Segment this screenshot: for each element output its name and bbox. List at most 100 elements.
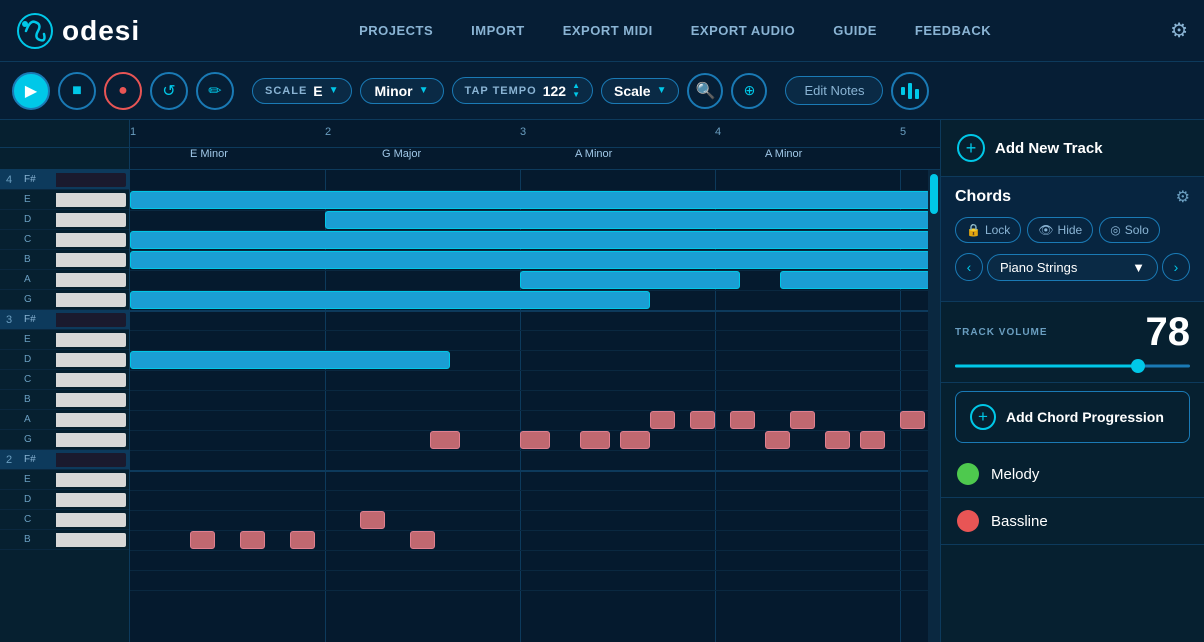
note-pink-2[interactable]: [520, 431, 550, 449]
note-pink-11[interactable]: [860, 431, 885, 449]
note-pink-9[interactable]: [790, 411, 815, 429]
zoom-in-button[interactable]: ⊕: [731, 73, 767, 109]
solo-label: Solo: [1125, 223, 1149, 237]
chords-panel: Chords ⚙ 🔒 Lock 👁 Hide ◎ Solo ‹: [941, 177, 1204, 302]
vertical-scrollbar[interactable]: [928, 170, 940, 642]
note-pink-7[interactable]: [730, 411, 755, 429]
key-2-e: E: [20, 474, 56, 485]
note-pink-5[interactable]: [650, 411, 675, 429]
note-pink-1[interactable]: [430, 431, 460, 449]
instrument-prev-button[interactable]: ‹: [955, 253, 983, 281]
hide-label: Hide: [1058, 223, 1083, 237]
note-pink-4[interactable]: [620, 431, 650, 449]
solo-button[interactable]: ◎ Solo: [1099, 217, 1160, 243]
record-button[interactable]: ●: [104, 72, 142, 110]
tempo-label: TAP TEMPO: [465, 85, 537, 97]
key-2-d: D: [20, 494, 56, 505]
instrument-dropdown-arrow: ▼: [1132, 260, 1145, 275]
track-item-bassline[interactable]: Bassline: [941, 498, 1204, 545]
loop-button[interactable]: ↺: [150, 72, 188, 110]
note-pink-6[interactable]: [690, 411, 715, 429]
track-item-melody[interactable]: Melody: [941, 451, 1204, 498]
edit-button[interactable]: ✏: [196, 72, 234, 110]
track-list: Melody Bassline: [941, 451, 1204, 642]
logo-text: odesi: [62, 15, 140, 47]
note-pink-10[interactable]: [825, 431, 850, 449]
chords-controls: 🔒 Lock 👁 Hide ◎ Solo: [955, 217, 1190, 243]
note-blue-4d[interactable]: [325, 211, 928, 229]
note-pink-s2-2[interactable]: [240, 531, 265, 549]
chord-labels-row: E Minor G Major A Minor A Minor: [0, 148, 940, 170]
key-4-c: C: [20, 234, 56, 245]
chords-settings-icon[interactable]: ⚙: [1176, 187, 1190, 207]
note-blue-4g[interactable]: [130, 291, 650, 309]
key-3-e: E: [20, 334, 56, 345]
tempo-up-arrow[interactable]: ▲: [572, 82, 580, 90]
instrument-selector[interactable]: Piano Strings ▼: [987, 254, 1158, 281]
scale-key-selector[interactable]: SCALE E ▼: [252, 78, 352, 104]
note-pink-s2-3[interactable]: [290, 531, 315, 549]
key-4-fsharp: F#: [20, 174, 56, 185]
piano-keys: 4 F# E D C: [0, 170, 130, 642]
tempo-arrows[interactable]: ▲ ▼: [572, 82, 580, 99]
tempo-selector[interactable]: TAP TEMPO 122 ▲ ▼: [452, 77, 593, 104]
note-blue-4a[interactable]: [520, 271, 740, 289]
grid-h-11: [130, 390, 928, 391]
settings-icon[interactable]: ⚙: [1170, 18, 1188, 43]
add-chord-label: Add Chord Progression: [1006, 409, 1164, 425]
key-3-b: B: [20, 394, 56, 405]
melody-track-name: Melody: [991, 466, 1039, 483]
edit-notes-button[interactable]: Edit Notes: [785, 76, 883, 105]
note-pink-12[interactable]: [900, 411, 925, 429]
scale-type-selector[interactable]: Scale ▼: [601, 78, 680, 104]
nav-export-midi[interactable]: EXPORT MIDI: [545, 15, 671, 46]
section-divider-1: [130, 310, 928, 312]
lock-button[interactable]: 🔒 Lock: [955, 217, 1021, 243]
note-blue-3e[interactable]: [130, 351, 450, 369]
solo-icon: ◎: [1110, 223, 1120, 237]
melody-dot: [957, 463, 979, 485]
marker-1: 1: [130, 126, 136, 138]
key-4-g: G: [20, 294, 56, 305]
note-pink-8[interactable]: [765, 431, 790, 449]
note-blue-4b[interactable]: [130, 251, 928, 269]
key-3-a: A: [20, 414, 56, 425]
volume-slider[interactable]: [955, 356, 1190, 376]
chord-label-4: A Minor: [765, 148, 802, 160]
key-3-c: C: [20, 374, 56, 385]
note-pink-s2-1[interactable]: [190, 531, 215, 549]
instrument-row: ‹ Piano Strings ▼ ›: [955, 253, 1190, 281]
note-blue-4c[interactable]: [130, 231, 928, 249]
scroll-thumb[interactable]: [930, 174, 938, 214]
nav-guide[interactable]: GUIDE: [815, 15, 895, 46]
instrument-next-button[interactable]: ›: [1162, 253, 1190, 281]
note-blue-4a2[interactable]: [780, 271, 928, 289]
volume-section: TRACK VOLUME 78: [941, 302, 1204, 383]
edit-notes-label: Edit Notes: [804, 83, 864, 98]
add-track-plus-icon: +: [957, 134, 985, 162]
nav-projects[interactable]: PROJECTS: [341, 15, 451, 46]
volume-value: 78: [1146, 312, 1191, 352]
note-grid[interactable]: [130, 170, 928, 642]
nav-feedback[interactable]: FEEDBACK: [897, 15, 1009, 46]
zoom-out-button[interactable]: 🔍: [687, 73, 723, 109]
add-chord-progression-button[interactable]: + Add Chord Progression: [955, 391, 1190, 443]
mixer-button[interactable]: [891, 72, 929, 110]
marker-4: 4: [715, 126, 721, 138]
nav-export-audio[interactable]: EXPORT AUDIO: [673, 15, 813, 46]
volume-slider-thumb[interactable]: [1131, 359, 1145, 373]
key-3-d: D: [20, 354, 56, 365]
play-button[interactable]: ▶: [12, 72, 50, 110]
stop-button[interactable]: ■: [58, 72, 96, 110]
tempo-down-arrow[interactable]: ▼: [572, 91, 580, 99]
note-pink-s2-4[interactable]: [360, 511, 385, 529]
hide-button[interactable]: 👁 Hide: [1027, 217, 1093, 243]
key-4-a: A: [20, 274, 56, 285]
marker-2: 2: [325, 126, 331, 138]
note-blue-4e[interactable]: [130, 191, 928, 209]
scale-mode-selector[interactable]: Minor ▼: [360, 78, 444, 104]
add-new-track-button[interactable]: + Add New Track: [941, 120, 1204, 177]
nav-import[interactable]: IMPORT: [453, 15, 543, 46]
note-pink-3[interactable]: [580, 431, 610, 449]
note-pink-s2-5[interactable]: [410, 531, 435, 549]
